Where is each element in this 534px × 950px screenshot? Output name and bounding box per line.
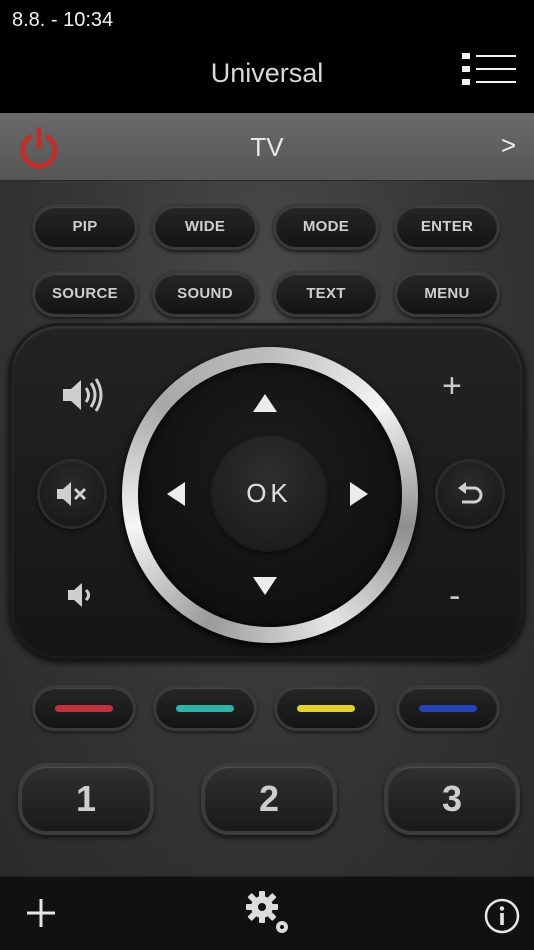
dpad-up-button[interactable] bbox=[253, 394, 277, 412]
text-button[interactable]: TEXT bbox=[276, 274, 376, 314]
channel-up-button[interactable]: + bbox=[442, 367, 462, 406]
blue-bar bbox=[419, 705, 477, 712]
blue-button[interactable] bbox=[399, 688, 497, 728]
back-icon bbox=[458, 482, 483, 504]
green-button[interactable] bbox=[156, 688, 254, 728]
dpad-down-button[interactable] bbox=[253, 577, 277, 595]
page-title: Universal bbox=[210, 58, 324, 88]
list-menu-icon[interactable] bbox=[460, 52, 518, 94]
red-button[interactable] bbox=[35, 688, 133, 728]
next-device-button[interactable]: > bbox=[501, 130, 516, 161]
enter-button[interactable]: ENTER bbox=[397, 207, 497, 247]
status-time: 8.8. - 10:34 bbox=[12, 9, 114, 31]
add-icon[interactable] bbox=[24, 896, 58, 935]
source-button[interactable]: SOURCE bbox=[35, 274, 135, 314]
ok-button[interactable]: OK bbox=[212, 436, 326, 550]
pip-button[interactable]: PIP bbox=[35, 207, 135, 247]
remote-panel: PIP WIDE MODE ENTER SOURCE SOUND TEXT ME… bbox=[0, 181, 534, 876]
mode-button[interactable]: MODE bbox=[276, 207, 376, 247]
sound-button[interactable]: SOUND bbox=[155, 274, 255, 314]
yellow-button[interactable] bbox=[277, 688, 375, 728]
device-bar: TV > bbox=[0, 113, 534, 181]
dpad-left-button[interactable] bbox=[167, 482, 185, 506]
device-name: TV bbox=[250, 132, 284, 162]
mute-icon bbox=[57, 482, 87, 506]
yellow-bar bbox=[297, 705, 355, 712]
mute-button[interactable] bbox=[40, 462, 104, 526]
channel-down-button[interactable]: - bbox=[449, 577, 460, 616]
number-1-button[interactable]: 1 bbox=[22, 767, 150, 831]
bottom-toolbar bbox=[0, 876, 534, 950]
green-bar bbox=[176, 705, 234, 712]
info-icon[interactable] bbox=[484, 898, 520, 939]
number-3-button[interactable]: 3 bbox=[388, 767, 516, 831]
volume-up-icon[interactable] bbox=[60, 375, 104, 420]
dpad-right-button[interactable] bbox=[350, 482, 368, 506]
red-bar bbox=[55, 705, 113, 712]
menu-button[interactable]: MENU bbox=[397, 274, 497, 314]
nav-bar: Universal bbox=[0, 40, 534, 113]
status-bar: 8.8. - 10:34 bbox=[0, 0, 534, 40]
wide-button[interactable]: WIDE bbox=[155, 207, 255, 247]
number-2-button[interactable]: 2 bbox=[205, 767, 333, 831]
gear-icon[interactable] bbox=[244, 889, 292, 942]
volume-down-icon[interactable] bbox=[66, 581, 98, 614]
back-button[interactable] bbox=[438, 462, 502, 526]
